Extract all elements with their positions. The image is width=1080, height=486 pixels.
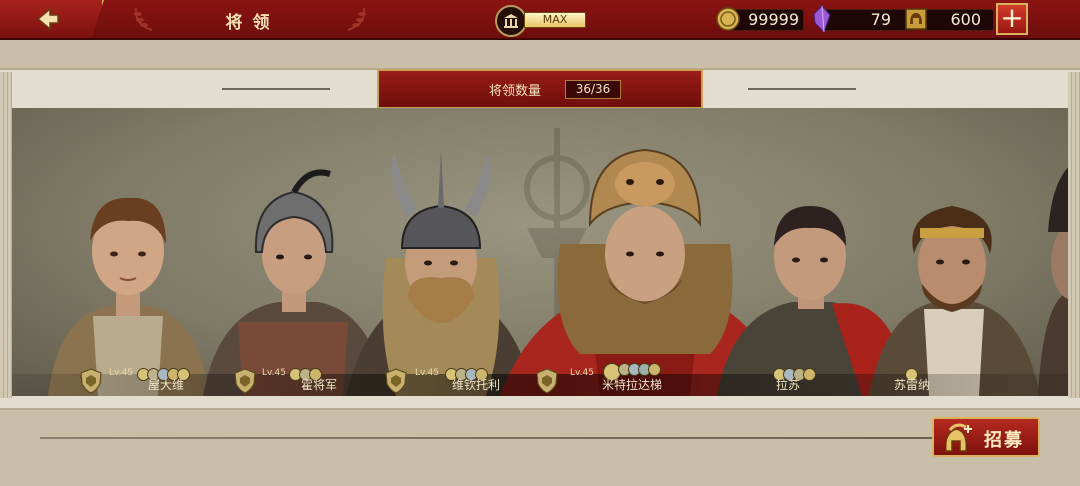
laurel-right-icon (347, 7, 366, 31)
spartan-helmet-icon (944, 423, 972, 452)
add-resource-button[interactable]: + (996, 3, 1028, 35)
top-bar: 将领 MAX 99999 79 600 + (0, 0, 1080, 40)
back-arrow-icon (36, 7, 59, 31)
hero-level: Lv.45 (262, 368, 286, 378)
shield-rank-icon (385, 368, 407, 394)
hero-count-plate: 将领数量 36/36 (377, 69, 703, 109)
hero-card[interactable] (1028, 152, 1068, 396)
back-button[interactable] (0, 0, 104, 38)
museum-level-bar: MAX (524, 12, 586, 28)
token-display[interactable]: 600 (920, 9, 994, 31)
hero-card[interactable] (864, 184, 1044, 396)
column-right (1068, 72, 1080, 398)
hero-card[interactable] (38, 166, 218, 396)
hero-name: 苏雷纳 (894, 378, 931, 392)
hero-gallery[interactable]: Lv.45 屋大维 Lv.45 霍将军 Lv.45 维钦托利 Lv.45 米特拉… (12, 108, 1068, 396)
bottom-divider (40, 437, 934, 439)
hero-level: Lv.45 (570, 368, 594, 378)
title-plate: 将领 (130, 0, 375, 38)
hero-name: 拉苏 (776, 378, 801, 392)
hero-name: 屋大维 (148, 378, 185, 392)
shield-rank-icon (80, 368, 102, 394)
deco-line-right (748, 88, 856, 90)
recruit-label: 招募 (984, 430, 1024, 451)
hero-name: 维钦托利 (452, 378, 501, 392)
purple-crystal-icon (813, 5, 831, 33)
gold-coin-icon (716, 7, 740, 31)
token-value: 600 (950, 10, 981, 29)
shield-rank-icon (536, 368, 558, 394)
deco-line-left (222, 88, 330, 90)
column-left (0, 72, 12, 398)
page-title: 将领 (225, 13, 280, 33)
hero-portrait (48, 197, 210, 396)
hero-portrait (1038, 167, 1068, 396)
hero-name: 米特拉达梯 (602, 378, 663, 392)
hero-level: Lv.45 (109, 368, 133, 378)
hero-count-value: 36/36 (565, 80, 621, 99)
hero-name: 霍将军 (301, 378, 338, 392)
recruit-button[interactable]: 招募 (932, 417, 1040, 457)
museum-icon[interactable] (495, 5, 527, 37)
hero-count-label: 将领数量 (489, 84, 542, 99)
hero-level: Lv.45 (415, 368, 439, 378)
hero-portrait (869, 206, 1040, 396)
gem-value: 79 (870, 10, 891, 29)
gem-display[interactable]: 79 (822, 9, 916, 31)
shield-rank-icon (234, 368, 256, 394)
gold-value: 99999 (748, 10, 799, 29)
helmet-token-icon (905, 8, 927, 30)
